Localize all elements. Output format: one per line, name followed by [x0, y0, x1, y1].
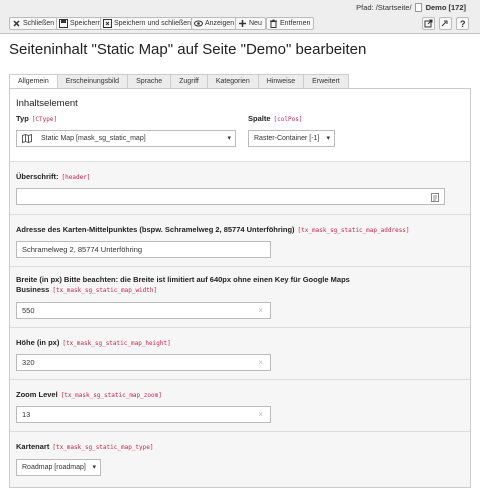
open-new-window-button[interactable] [422, 17, 435, 30]
tab-language[interactable]: Sprache [128, 74, 172, 89]
width-input[interactable]: 550 × [16, 302, 271, 319]
tab-access[interactable]: Zugriff [171, 74, 208, 89]
colpos-label: Spalte [colPos] [248, 114, 303, 123]
height-label: Höhe (in px) [tx_mask_sg_static_map_heigh… [16, 338, 171, 347]
height-code: [tx_mask_sg_static_map_height] [62, 340, 171, 347]
address-code: [tx_mask_sg_static_map_address] [297, 227, 410, 234]
page-icon [414, 3, 422, 12]
chevron-down-icon: ▾ [227, 135, 231, 142]
chevron-down-icon: ▾ [326, 135, 330, 142]
breadcrumb-page[interactable]: Demo [172] [426, 3, 466, 12]
section-content-element: Inhaltselement Typ [CType] Static Map [ma… [10, 89, 470, 161]
clear-icon[interactable]: × [258, 355, 263, 370]
view-button[interactable]: Anzeigen [191, 17, 239, 30]
width-label: Breite (in px) Bitte beachten: die Breit… [16, 275, 350, 294]
external-link-icon [424, 19, 433, 28]
header-input[interactable] [16, 188, 445, 205]
breadcrumb: Pfad: /Startseite/ Demo [172] [356, 3, 466, 12]
help-button[interactable]: ? [456, 17, 469, 30]
trash-icon [269, 19, 278, 28]
section-heading: Inhaltselement [16, 98, 78, 109]
module-docheader: Schließen Speichern Speichern und schlie… [0, 0, 480, 34]
new-button[interactable]: Neu [235, 17, 266, 30]
clear-icon[interactable]: × [258, 303, 263, 318]
close-icon [12, 19, 21, 28]
eye-icon [194, 19, 203, 28]
map-type-select[interactable]: Roadmap [roadmap] ▾ [16, 459, 101, 476]
section-height: Höhe (in px) [tx_mask_sg_static_map_heigh… [10, 327, 470, 379]
section-zoom: Zoom Level [tx_mask_sg_static_map_zoom] 1… [10, 379, 470, 431]
colpos-select[interactable]: Raster-Container [-1] ▾ [248, 130, 335, 147]
header-label: Überschrift: [header] [16, 172, 91, 181]
section-map-type: Kartenart [tx_mask_sg_static_map_type] Ro… [10, 431, 470, 487]
ctype-code: [CType] [31, 116, 58, 123]
breadcrumb-path[interactable]: Pfad: /Startseite/ [356, 3, 411, 12]
svg-text:?: ? [460, 19, 466, 29]
tab-notes[interactable]: Hinweise [258, 74, 305, 89]
save-button[interactable]: Speichern [56, 17, 106, 30]
map-icon [22, 133, 32, 149]
tab-categories[interactable]: Kategorien [207, 74, 259, 89]
tab-bar: Allgemein Erscheinungsbild Sprache Zugri… [9, 74, 349, 89]
save-icon [59, 19, 68, 28]
colpos-code: [colPos] [273, 116, 303, 123]
tab-appearance[interactable]: Erscheinungsbild [57, 74, 129, 89]
close-button[interactable]: Schließen [9, 17, 59, 30]
zoom-input[interactable]: 13 × [16, 406, 271, 423]
chevron-down-icon: ▾ [92, 464, 96, 471]
tab-panel-general: Inhaltselement Typ [CType] Static Map [ma… [9, 88, 471, 488]
tab-general[interactable]: Allgemein [9, 74, 58, 89]
height-input[interactable]: 320 × [16, 354, 271, 371]
ctype-select[interactable]: Static Map [mask_sg_static_map] ▾ [16, 130, 236, 147]
section-header: Überschrift: [header] [10, 161, 470, 214]
address-label: Adresse des Karten-Mittelpunktes (bspw. … [16, 225, 410, 234]
page-title: Seiteninhalt "Static Map" auf Seite "Dem… [9, 41, 367, 58]
ctype-label: Typ [CType] [16, 114, 58, 123]
map-type-label: Kartenart [tx_mask_sg_static_map_type] [16, 442, 154, 451]
share-icon [441, 20, 448, 27]
shortcut-button[interactable] [439, 17, 452, 30]
help-icon: ? [460, 19, 466, 29]
delete-button[interactable]: Entfernen [266, 17, 315, 30]
zoom-code: [tx_mask_sg_static_map_zoom] [60, 392, 162, 399]
tab-extended[interactable]: Erweitert [304, 74, 349, 89]
save-close-button[interactable]: Speichern und schließen [100, 17, 196, 30]
section-width: Breite (in px) Bitte beachten: die Breit… [10, 266, 470, 327]
address-input[interactable]: Schramelweg 2, 85774 Unterföhring [16, 241, 271, 258]
header-code: [header] [61, 174, 91, 181]
text-field-icon [431, 192, 439, 207]
map-type-code: [tx_mask_sg_static_map_type] [52, 444, 154, 451]
clear-icon[interactable]: × [258, 407, 263, 422]
width-code: [tx_mask_sg_static_map_width] [52, 287, 158, 294]
plus-icon [238, 19, 247, 28]
zoom-label: Zoom Level [tx_mask_sg_static_map_zoom] [16, 390, 162, 399]
save-close-icon [103, 19, 112, 28]
section-address: Adresse des Karten-Mittelpunktes (bspw. … [10, 214, 470, 266]
